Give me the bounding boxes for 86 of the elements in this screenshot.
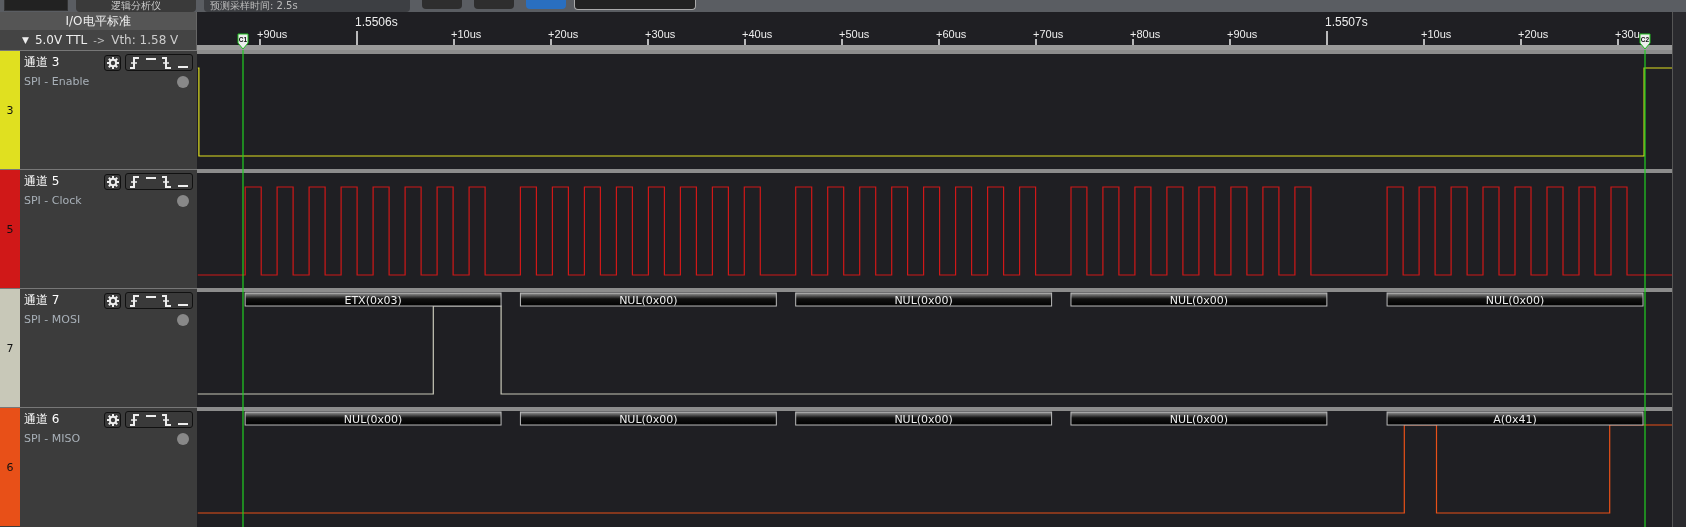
channel-function: SPI - MISO — [24, 432, 82, 445]
trigger-button-group[interactable] — [125, 173, 193, 190]
tick-mark — [1423, 38, 1425, 46]
sample-time-text: 预测采样时间: 2.5s — [204, 0, 410, 12]
tick-mark — [453, 38, 455, 46]
time-label: +70us — [1033, 28, 1064, 40]
tick-mark — [841, 38, 843, 46]
channel-name[interactable]: 通道 3 — [24, 54, 100, 71]
falling-edge-icon[interactable] — [161, 56, 173, 69]
trigger-button-group[interactable] — [125, 411, 193, 428]
falling-edge-icon[interactable] — [161, 175, 173, 188]
settings-icon — [106, 294, 119, 307]
tick-mark — [550, 38, 552, 46]
time-label: +90us — [1227, 28, 1258, 40]
time-label: +30u — [1615, 28, 1640, 40]
decoded-value-label: NUL(0x00) — [795, 292, 1053, 307]
channel-name[interactable]: 通道 5 — [24, 173, 100, 190]
tick-mark — [938, 38, 940, 46]
channel-name[interactable]: 通道 6 — [24, 411, 100, 428]
channel-function: SPI - Clock — [24, 194, 83, 207]
time-label: +30us — [645, 28, 676, 40]
channel-number: 7 — [6, 341, 14, 355]
time-label: +20us — [1518, 28, 1549, 40]
tick-mark — [1326, 30, 1328, 46]
settings-button[interactable] — [104, 292, 121, 309]
time-label: +90us — [257, 28, 288, 40]
time-label: +50us — [839, 28, 870, 40]
decoded-value-label: A(0x41) — [1386, 411, 1644, 426]
decoded-value-label: NUL(0x00) — [1070, 292, 1328, 307]
rising-edge-icon[interactable] — [129, 56, 141, 69]
digit-display — [4, 0, 68, 11]
settings-button[interactable] — [104, 411, 121, 428]
channel-name[interactable]: 通道 7 — [24, 292, 100, 309]
tick-mark — [1229, 38, 1231, 46]
trigger-button-group[interactable] — [125, 54, 193, 71]
io-standard-title: I/O电平标准 — [0, 12, 196, 30]
time-label: +40us — [742, 28, 773, 40]
channel-number: 5 — [6, 222, 14, 236]
decoded-value-label: NUL(0x00) — [519, 411, 777, 426]
dropdown-caret[interactable]: ▼ — [22, 35, 29, 45]
status-dot-icon — [177, 75, 189, 88]
threshold-text: Vth: 1.58 V — [111, 33, 179, 47]
channel-function: SPI - Enable — [24, 75, 91, 88]
rising-edge-icon[interactable] — [129, 175, 141, 188]
rising-edge-icon[interactable] — [129, 413, 141, 426]
tick-mark — [1520, 38, 1522, 46]
tick-mark — [1132, 38, 1134, 46]
trigger-button-group[interactable] — [125, 292, 193, 309]
status-dot-icon — [177, 432, 189, 445]
decoded-value-label: NUL(0x00) — [1070, 411, 1328, 426]
arrow-text: -> — [93, 34, 106, 46]
time-label: +10us — [1421, 28, 1452, 40]
time-label: +20us — [548, 28, 579, 40]
tick-mark — [356, 30, 358, 46]
decoded-value-label: NUL(0x00) — [244, 411, 502, 426]
tick-mark — [744, 38, 746, 46]
time-label: +10us — [451, 28, 482, 40]
decoded-value-label: ETX(0x03) — [244, 292, 502, 307]
decoded-value-label: NUL(0x00) — [795, 411, 1053, 426]
tick-mark — [1617, 38, 1619, 46]
tick-mark — [647, 38, 649, 46]
tick-mark — [1035, 38, 1037, 46]
settings-icon — [106, 413, 119, 426]
time-label: +60us — [936, 28, 967, 40]
settings-button[interactable] — [104, 54, 121, 71]
status-dot-icon — [177, 194, 189, 207]
decoded-value-label: NUL(0x00) — [1386, 292, 1644, 307]
rising-edge-icon[interactable] — [129, 294, 141, 307]
time-label: 1.5507s — [1325, 15, 1368, 29]
settings-icon — [106, 175, 119, 188]
settings-icon — [106, 56, 119, 69]
time-label: +80us — [1130, 28, 1161, 40]
tick-mark — [259, 38, 261, 46]
decoded-value-label: NUL(0x00) — [519, 292, 777, 307]
falling-edge-icon[interactable] — [161, 294, 173, 307]
channel-number: 3 — [6, 103, 14, 117]
channel-number: 6 — [6, 460, 14, 474]
time-label: 1.5506s — [355, 15, 398, 29]
status-dot-icon — [177, 313, 189, 326]
falling-edge-icon[interactable] — [161, 413, 173, 426]
mode-button[interactable]: 逻辑分析仪 — [76, 0, 196, 12]
toolbar-button[interactable] — [574, 0, 696, 10]
channel-function: SPI - MOSI — [24, 313, 82, 326]
io-level-value[interactable]: 5.0V TTL — [34, 33, 88, 47]
scrollbar[interactable] — [1672, 12, 1686, 527]
settings-button[interactable] — [104, 173, 121, 190]
